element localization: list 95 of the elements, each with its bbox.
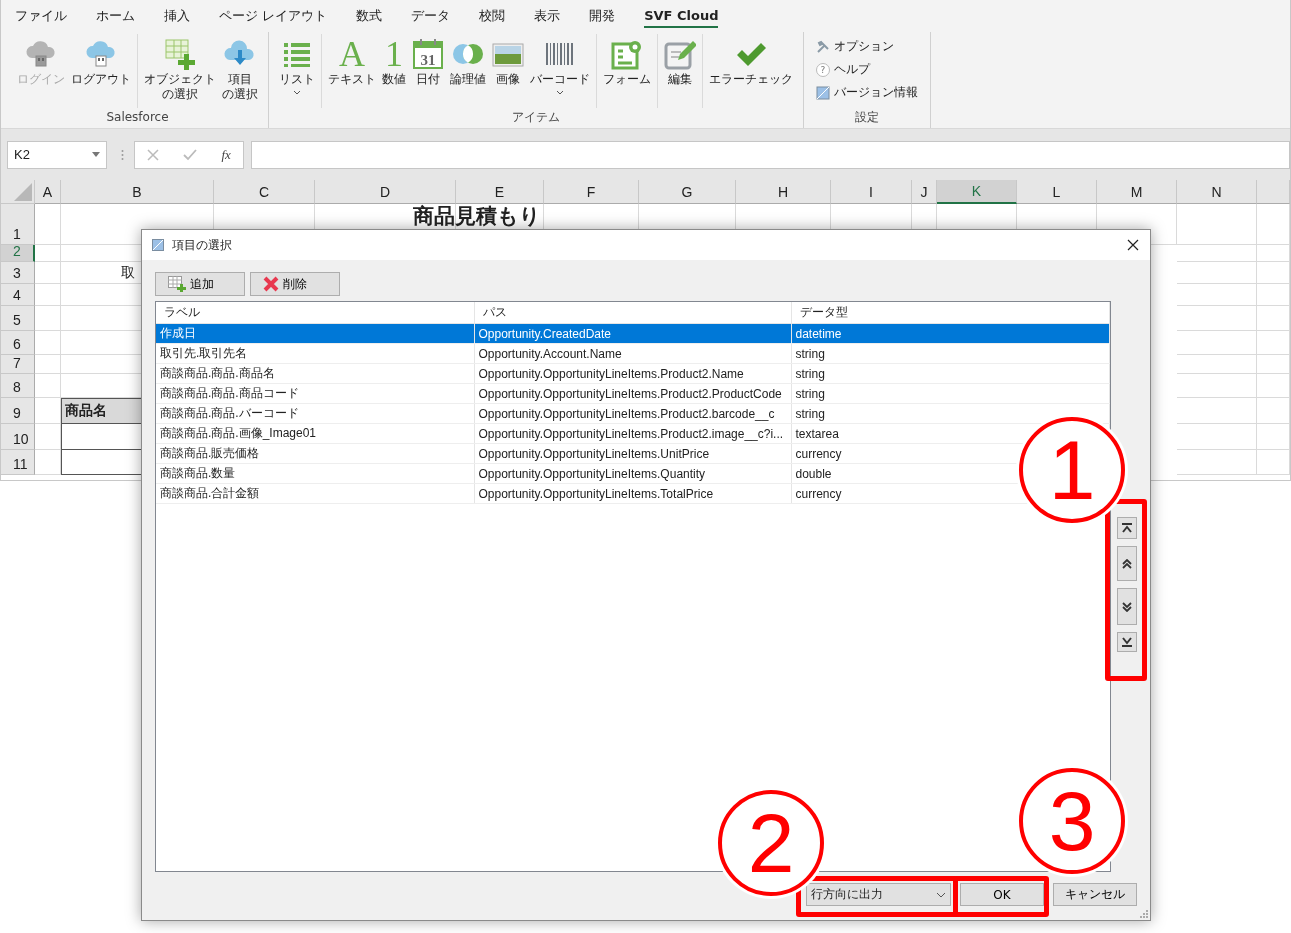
column-header[interactable]: K (937, 180, 1017, 204)
ribbon-button[interactable]: ? ヘルプ (816, 61, 918, 78)
table-cell: string (791, 383, 1110, 404)
output-direction-select[interactable]: 行方向に出力 (806, 883, 951, 906)
row-header[interactable]: 5 (1, 306, 35, 331)
help-icon: ? (816, 62, 830, 77)
ok-button[interactable]: OK (960, 883, 1044, 906)
row-header[interactable]: 8 (1, 374, 35, 398)
ribbon-button[interactable]: 画像 (489, 34, 527, 87)
column-header[interactable]: C (214, 180, 315, 204)
ribbon-tab[interactable]: 校閲 (465, 2, 520, 30)
column-header[interactable]: J (912, 180, 937, 204)
table-cell: 商談商品.数量 (156, 463, 474, 484)
column-header[interactable]: A (35, 180, 61, 204)
ribbon-tab[interactable]: 開発 (575, 2, 630, 30)
row-header[interactable]: 1 (1, 204, 35, 245)
row-header[interactable]: 9 (1, 398, 35, 424)
table-cell: Opportunity.OpportunityLineItems.Product2.image__c?i... (474, 423, 791, 444)
column-header[interactable]: H (736, 180, 831, 204)
cancel-button[interactable]: キャンセル (1053, 883, 1137, 906)
table-cell: 商談商品.商品.商品コード (156, 383, 474, 404)
table-cell: 商談商品.商品.画像_Image01 (156, 423, 474, 444)
column-header[interactable]: D (315, 180, 456, 204)
glyph-icon: A (339, 37, 365, 71)
ribbon-tab[interactable]: ファイル (1, 2, 81, 30)
table-cell: Opportunity.OpportunityLineItems.TotalPrice (474, 483, 791, 504)
table-cell: 作成日 (156, 323, 474, 344)
column-header[interactable]: N (1177, 180, 1257, 204)
name-box[interactable]: K2 (7, 140, 107, 169)
ribbon-button[interactable]: オプション (816, 38, 918, 55)
table-cell: 商談商品.商品.バーコード (156, 403, 474, 424)
ribbon-tab[interactable]: 表示 (520, 2, 575, 30)
column-header[interactable]: ラベル (156, 302, 474, 324)
column-header[interactable]: M (1097, 180, 1177, 204)
ribbon-tab[interactable]: データ (397, 2, 465, 30)
table-row[interactable]: 取引先.取引先名 Opportunity.Account.Name string (156, 343, 1110, 364)
group-label: アイテム (511, 109, 561, 126)
ribbon-button[interactable]: ログアウト (68, 34, 134, 87)
ribbon-tab[interactable]: 挿入 (150, 2, 204, 30)
table-cell: 商談商品.合計金額 (156, 483, 474, 504)
table-cell: Opportunity.OpportunityLineItems.UnitPrice (474, 443, 791, 464)
table-cell: string (791, 343, 1110, 364)
row-header[interactable]: 2 (1, 245, 35, 262)
ribbon-button[interactable]: エラーチェック (706, 34, 796, 87)
row-header[interactable]: 10 (1, 424, 35, 450)
column-header[interactable]: データ型 (791, 302, 1110, 324)
row-header[interactable]: 6 (1, 331, 35, 355)
row-header[interactable]: 4 (1, 284, 35, 306)
table-cell: Opportunity.OpportunityLineItems.Quantity (474, 463, 791, 484)
ribbon-button[interactable]: A テキスト (325, 34, 379, 87)
dialog-title: 項目の選択 (172, 236, 233, 254)
table-cell: 取引先.取引先名 (156, 343, 474, 364)
delete-button[interactable]: 削除 (250, 272, 340, 296)
table-cell: Opportunity.OpportunityLineItems.Product2.ProductCode (474, 383, 791, 404)
column-header[interactable]: I (831, 180, 912, 204)
table-cell: 商談商品.商品.商品名 (156, 363, 474, 384)
ribbon-button[interactable]: フォーム (600, 34, 654, 87)
table-cell: Opportunity.Account.Name (474, 343, 791, 364)
insert-function-button[interactable]: fx (221, 146, 231, 163)
column-header[interactable]: E (456, 180, 544, 204)
table-row[interactable]: 作成日 Opportunity.CreatedDate datetime (156, 323, 1110, 344)
group-label: Salesforce (105, 109, 170, 126)
ribbon-tab[interactable]: 数式 (342, 2, 397, 30)
column-header[interactable]: パス (474, 302, 791, 324)
ribbon-button[interactable]: バージョン情報 (816, 84, 918, 101)
ribbon-button[interactable]: 1 数値 (379, 34, 409, 87)
table-cell: Opportunity.OpportunityLineItems.Product2.Name (474, 363, 791, 384)
ribbon-tab[interactable]: ページ レイアウト (205, 2, 342, 30)
row-header[interactable]: 7 (1, 355, 35, 374)
ribbon-button[interactable]: 論理値 (447, 34, 489, 87)
ribbon-tab[interactable]: ホーム (82, 2, 149, 30)
table-cell: Opportunity.OpportunityLineItems.Product2.barcode__c (474, 403, 791, 424)
ribbon-button[interactable]: 項目 の選択 (219, 34, 261, 102)
sheet-title: 商品見積もり (413, 204, 541, 228)
glyph-icon: 1 (385, 37, 403, 71)
column-header[interactable]: L (1017, 180, 1097, 204)
table-row[interactable]: 商談商品.商品.商品名 Opportunity.OpportunityLineItems.Product2.Name string (156, 363, 1110, 384)
row-header[interactable]: 11 (1, 450, 35, 475)
table-cell: 取 (121, 264, 135, 282)
table-cell: 商談商品.販売価格 (156, 443, 474, 464)
add-button[interactable]: 追加 (155, 272, 245, 296)
table-row[interactable]: 商談商品.商品.商品コード Opportunity.OpportunityLineItems.Product2.ProductCode string (156, 383, 1110, 404)
column-header[interactable]: F (544, 180, 639, 204)
group-label: 設定 (854, 109, 880, 126)
ribbon-button[interactable]: オブジェクト の選択 (141, 34, 219, 102)
ribbon-button[interactable]: 編集 (661, 34, 699, 87)
ribbon-tab[interactable]: SVF Cloud (644, 4, 719, 28)
calendar-icon: 31 (412, 38, 444, 70)
column-header[interactable]: G (639, 180, 736, 204)
column-header[interactable]: B (61, 180, 214, 204)
row-header[interactable]: 3 (1, 262, 35, 284)
table-cell: string (791, 363, 1110, 384)
ribbon-button[interactable]: リスト (276, 34, 318, 95)
ribbon-button[interactable]: 31 日付 (409, 34, 447, 87)
ribbon-button[interactable]: バーコード (527, 34, 593, 95)
